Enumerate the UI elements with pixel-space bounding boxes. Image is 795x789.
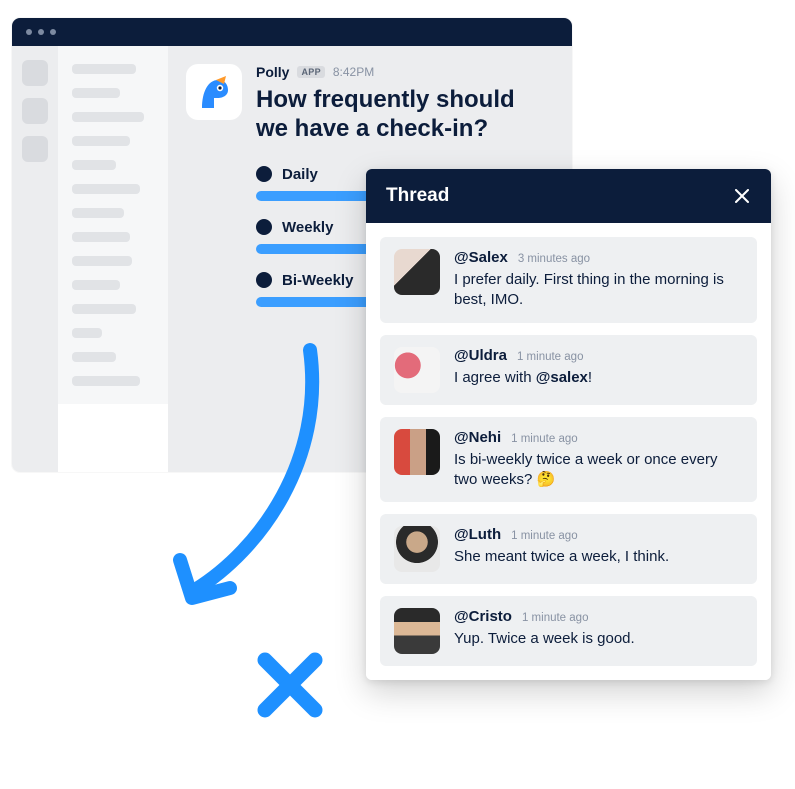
channel-sidebar <box>58 46 168 404</box>
sidebar-item[interactable] <box>72 256 132 266</box>
thread-body: @Salex 3 minutes ago I prefer daily. Fir… <box>366 223 771 680</box>
radio-icon <box>256 272 272 288</box>
window-control-dot[interactable] <box>50 29 56 35</box>
reply-text-fragment: I agree with <box>454 369 536 386</box>
poll-option-label: Daily <box>282 166 318 183</box>
poll-option-label: Weekly <box>282 219 333 236</box>
nav-item[interactable] <box>22 136 48 162</box>
sidebar-item[interactable] <box>72 184 140 194</box>
thread-reply[interactable]: @Uldra 1 minute ago I agree with @salex! <box>380 335 757 405</box>
polly-logo-icon <box>194 72 234 112</box>
radio-icon <box>256 166 272 182</box>
nav-rail <box>12 46 58 472</box>
reply-text: Is bi-weekly twice a week or once every … <box>454 450 743 491</box>
x-mark-icon <box>255 650 325 720</box>
app-name: Polly <box>256 64 289 80</box>
sidebar-item[interactable] <box>72 112 144 122</box>
reply-text: She meant twice a week, I think. <box>454 547 743 567</box>
poll-question: How frequently should we have a check-in… <box>256 86 548 144</box>
reply-username[interactable]: @Salex <box>454 249 508 266</box>
thread-reply[interactable]: @Salex 3 minutes ago I prefer daily. Fir… <box>380 237 757 323</box>
reply-timestamp: 3 minutes ago <box>518 253 590 265</box>
app-avatar[interactable] <box>186 64 242 120</box>
thread-reply[interactable]: @Nehi 1 minute ago Is bi-weekly twice a … <box>380 417 757 503</box>
reply-text: Yup. Twice a week is good. <box>454 629 743 649</box>
window-control-dot[interactable] <box>38 29 44 35</box>
avatar[interactable] <box>394 526 440 572</box>
nav-item[interactable] <box>22 98 48 124</box>
reply-text: I prefer daily. First thing in the morni… <box>454 270 743 311</box>
close-icon <box>735 189 749 203</box>
sidebar-item[interactable] <box>72 232 130 242</box>
nav-item[interactable] <box>22 60 48 86</box>
reply-timestamp: 1 minute ago <box>522 612 589 624</box>
avatar[interactable] <box>394 347 440 393</box>
reply-username[interactable]: @Luth <box>454 526 501 543</box>
sidebar-item[interactable] <box>72 64 136 74</box>
reply-timestamp: 1 minute ago <box>517 351 584 363</box>
avatar[interactable] <box>394 249 440 295</box>
app-badge: APP <box>297 66 324 78</box>
window-titlebar <box>12 18 572 46</box>
close-button[interactable] <box>733 187 751 205</box>
poll-option-label: Bi-Weekly <box>282 272 353 289</box>
mention[interactable]: @salex <box>536 369 588 386</box>
thread-title: Thread <box>386 185 449 207</box>
reply-text: I agree with @salex! <box>454 368 743 388</box>
sidebar-item[interactable] <box>72 88 120 98</box>
window-control-dot[interactable] <box>26 29 32 35</box>
reply-text-fragment: ! <box>588 369 592 386</box>
sidebar-item[interactable] <box>72 280 120 290</box>
thread-panel: Thread @Salex 3 minutes ago I prefer dai… <box>366 169 771 680</box>
sidebar-item[interactable] <box>72 328 102 338</box>
reply-timestamp: 1 minute ago <box>511 530 578 542</box>
thread-reply[interactable]: @Luth 1 minute ago She meant twice a wee… <box>380 514 757 584</box>
sidebar-item[interactable] <box>72 352 116 362</box>
post-timestamp: 8:42PM <box>333 65 374 79</box>
radio-icon <box>256 219 272 235</box>
avatar[interactable] <box>394 429 440 475</box>
avatar[interactable] <box>394 608 440 654</box>
reply-username[interactable]: @Uldra <box>454 347 507 364</box>
reply-username[interactable]: @Nehi <box>454 429 501 446</box>
reply-username[interactable]: @Cristo <box>454 608 512 625</box>
sidebar-item[interactable] <box>72 208 124 218</box>
thread-reply[interactable]: @Cristo 1 minute ago Yup. Twice a week i… <box>380 596 757 666</box>
sidebar-item[interactable] <box>72 136 130 146</box>
thread-header: Thread <box>366 169 771 223</box>
sidebar-item[interactable] <box>72 304 136 314</box>
reply-timestamp: 1 minute ago <box>511 433 578 445</box>
sidebar-item[interactable] <box>72 376 140 386</box>
sidebar-item[interactable] <box>72 160 116 170</box>
